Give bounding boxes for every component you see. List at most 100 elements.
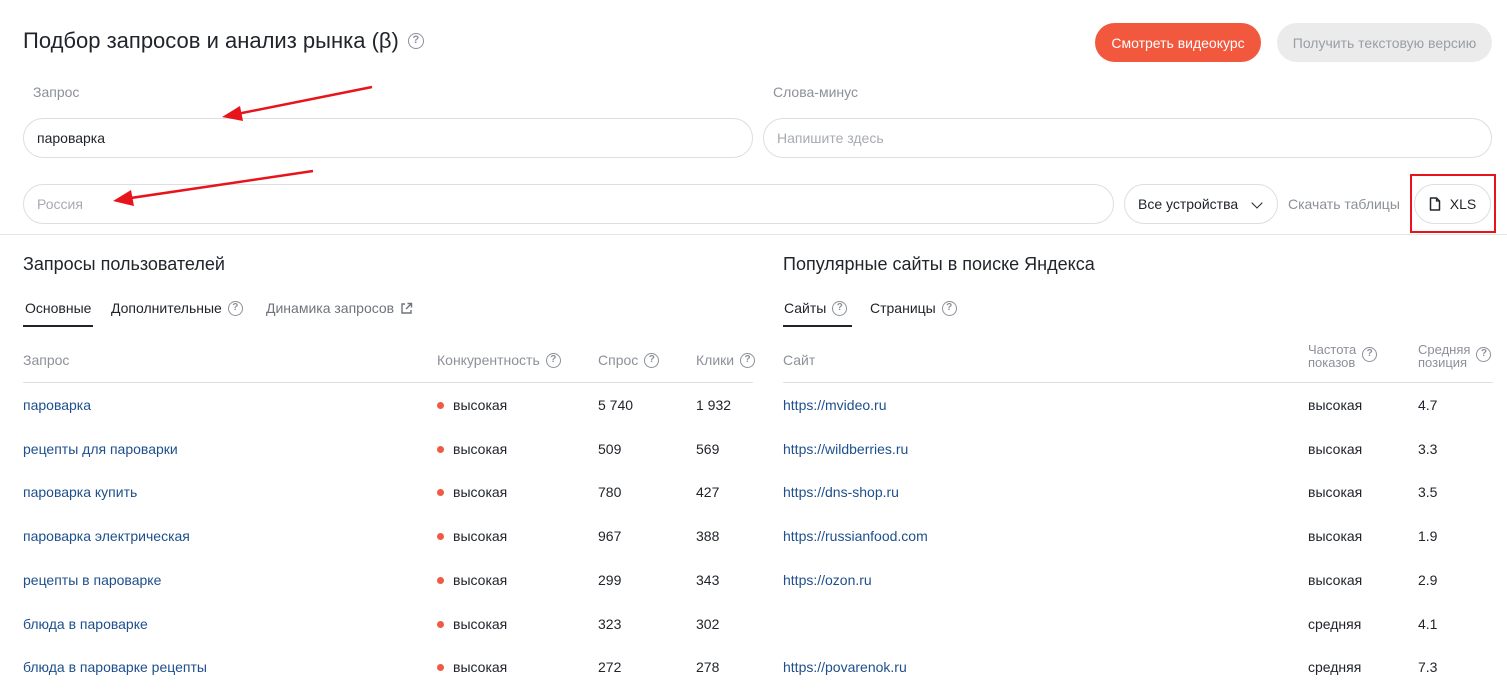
right-table-header-line bbox=[783, 382, 1493, 383]
query-link[interactable]: рецепты для пароварки bbox=[23, 441, 178, 457]
tab-main-underline bbox=[23, 325, 93, 327]
question-circle-icon[interactable]: ? bbox=[740, 352, 756, 368]
site-link[interactable]: https://russianfood.com bbox=[783, 528, 928, 544]
question-circle-icon[interactable]: ? bbox=[644, 352, 660, 368]
watch-video-course-button[interactable]: Смотреть видеокурс bbox=[1095, 23, 1261, 62]
site-link[interactable]: https://povarenok.ru bbox=[783, 659, 907, 675]
avg-position-cell: 4.1 bbox=[1418, 616, 1438, 632]
avg-position-cell: 2.9 bbox=[1418, 572, 1438, 588]
clicks-cell: 278 bbox=[696, 659, 720, 675]
avg-position-cell: 3.3 bbox=[1418, 441, 1438, 457]
col-head-query-text: Запрос bbox=[23, 352, 70, 368]
competition-dot-icon bbox=[437, 445, 444, 453]
question-circle-icon[interactable]: ? bbox=[545, 352, 561, 368]
site-link[interactable]: https://wildberries.ru bbox=[783, 441, 908, 457]
site-link[interactable]: https://mvideo.ru bbox=[783, 397, 887, 413]
tab-main[interactable]: Основные bbox=[25, 300, 91, 316]
query-link[interactable]: пароварка электрическая bbox=[23, 528, 190, 544]
page-title-text: Подбор запросов и анализ рынка (β) bbox=[23, 28, 399, 53]
query-link[interactable]: пароварка bbox=[23, 397, 91, 413]
competition-value: высокая bbox=[453, 659, 508, 675]
col-head-demand-text: Спрос bbox=[598, 352, 639, 368]
question-circle-icon[interactable]: ? bbox=[1476, 347, 1492, 362]
avg-position-cell: 4.7 bbox=[1418, 397, 1438, 413]
col-head-frequency-line2: показов bbox=[1308, 355, 1356, 370]
clicks-cell: 388 bbox=[696, 528, 720, 544]
query-input[interactable]: пароварка bbox=[23, 118, 753, 158]
competition-cell: высокая bbox=[437, 397, 507, 413]
competition-cell: высокая bbox=[437, 441, 507, 457]
demand-cell: 5 740 bbox=[598, 397, 634, 413]
query-link[interactable]: рецепты в пароварке bbox=[23, 572, 161, 588]
avg-position-cell: 1.9 bbox=[1418, 528, 1438, 544]
demand-cell: 967 bbox=[598, 528, 622, 544]
competition-dot-icon bbox=[437, 663, 444, 671]
red-arrow-annotation bbox=[113, 85, 373, 206]
question-circle-icon[interactable]: ? bbox=[832, 300, 848, 316]
competition-cell: высокая bbox=[437, 659, 507, 675]
clicks-cell: 1 932 bbox=[696, 397, 732, 413]
competition-value: высокая bbox=[453, 441, 508, 457]
competition-dot-icon bbox=[437, 620, 444, 628]
xls-highlight-box bbox=[1410, 174, 1496, 233]
frequency-cell: высокая bbox=[1308, 484, 1363, 500]
col-head-demand: Спрос ? bbox=[598, 352, 660, 368]
devices-select[interactable]: Все устройства bbox=[1124, 184, 1278, 224]
question-circle-icon[interactable]: ? bbox=[227, 300, 243, 316]
tab-additional-label: Дополнительные bbox=[111, 300, 222, 316]
query-label: Запрос bbox=[33, 84, 80, 100]
clicks-cell: 569 bbox=[696, 441, 720, 457]
region-placeholder: Россия bbox=[37, 196, 83, 212]
region-input[interactable]: Россия bbox=[23, 184, 1114, 224]
question-circle-icon[interactable]: ? bbox=[941, 300, 957, 316]
site-link[interactable]: https://ozon.ru bbox=[783, 572, 872, 588]
competition-value: высокая bbox=[453, 572, 508, 588]
avg-position-cell: 3.5 bbox=[1418, 484, 1438, 500]
competition-dot-icon bbox=[437, 576, 444, 584]
tab-query-dynamics-label: Динамика запросов bbox=[266, 300, 395, 316]
question-circle-icon[interactable]: ? bbox=[1362, 347, 1378, 362]
demand-cell: 272 bbox=[598, 659, 622, 675]
avg-position-cell: 7.3 bbox=[1418, 659, 1438, 675]
col-head-competition: Конкурентность ? bbox=[437, 352, 561, 368]
demand-cell: 323 bbox=[598, 616, 622, 632]
question-circle-icon[interactable]: ? bbox=[407, 33, 424, 49]
tab-pages[interactable]: Страницы ? bbox=[870, 300, 957, 316]
left-table-header-line bbox=[23, 382, 753, 383]
frequency-cell: высокая bbox=[1308, 572, 1363, 588]
competition-cell: высокая bbox=[437, 616, 507, 632]
competition-dot-icon bbox=[437, 401, 444, 409]
competition-value: высокая bbox=[453, 397, 508, 413]
demand-cell: 509 bbox=[598, 441, 622, 457]
user-queries-title: Запросы пользователей bbox=[23, 254, 225, 274]
chevron-down-icon bbox=[1251, 197, 1263, 209]
competition-value: высокая bbox=[453, 616, 508, 632]
frequency-cell: средняя bbox=[1308, 616, 1362, 632]
tab-pages-label: Страницы bbox=[870, 300, 936, 316]
col-head-site-text: Сайт bbox=[783, 352, 816, 368]
query-link[interactable]: блюда в пароварке bbox=[23, 616, 148, 632]
col-head-frequency-text: Частота показов bbox=[1308, 343, 1356, 369]
tab-query-dynamics[interactable]: Динамика запросов bbox=[266, 300, 413, 316]
query-link[interactable]: пароварка купить bbox=[23, 484, 137, 500]
tab-sites-underline bbox=[783, 325, 852, 327]
minus-words-input[interactable]: Напишите здесь bbox=[763, 118, 1492, 158]
tab-additional[interactable]: Дополнительные ? bbox=[111, 300, 243, 316]
query-link[interactable]: блюда в пароварке рецепты bbox=[23, 659, 207, 675]
external-link-icon bbox=[401, 302, 413, 314]
competition-cell: высокая bbox=[437, 484, 507, 500]
tab-sites[interactable]: Сайты ? bbox=[784, 300, 848, 316]
section-divider bbox=[0, 234, 1507, 235]
download-tables-label: Скачать таблицы bbox=[1288, 196, 1400, 212]
col-head-clicks-text: Клики bbox=[696, 352, 735, 368]
competition-cell: высокая bbox=[437, 528, 507, 544]
frequency-cell: высокая bbox=[1308, 528, 1363, 544]
frequency-cell: высокая bbox=[1308, 441, 1363, 457]
get-text-version-button[interactable]: Получить текстовую версию bbox=[1277, 23, 1492, 62]
site-link[interactable]: https://dns-shop.ru bbox=[783, 484, 899, 500]
query-input-value: пароварка bbox=[37, 130, 106, 146]
col-head-competition-text: Конкурентность bbox=[437, 352, 540, 368]
demand-cell: 780 bbox=[598, 484, 622, 500]
clicks-cell: 302 bbox=[696, 616, 720, 632]
col-head-avg-position-text: Средняя позиция bbox=[1418, 343, 1470, 369]
